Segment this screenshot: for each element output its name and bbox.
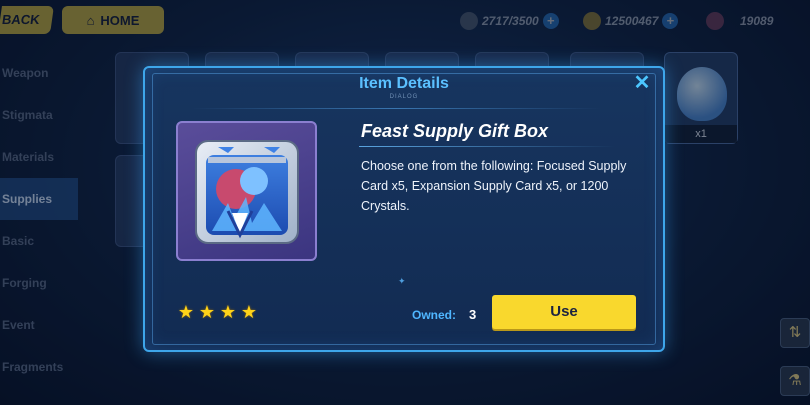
close-icon[interactable]: ✕ (631, 72, 653, 94)
dialog-header: Item Details DIALOG (145, 68, 663, 104)
header-divider (191, 108, 601, 109)
rarity-stars: ★ ★ ★ ★ (177, 303, 258, 321)
name-divider (359, 146, 615, 147)
dialog-title: Item Details (359, 75, 449, 92)
item-name: Feast Supply Gift Box (361, 121, 549, 141)
star-icon: ★ (219, 302, 237, 322)
star-icon: ★ (177, 302, 195, 322)
divider-diamond: ✦ (398, 276, 406, 286)
item-details-dialog: Item Details DIALOG ✕ Feast Supply Gift … (143, 66, 665, 352)
dialog-subtitle: DIALOG (389, 94, 419, 100)
use-button[interactable]: Use (492, 295, 636, 329)
item-description: Choose one from the following: Focused S… (361, 159, 627, 213)
star-icon: ★ (198, 302, 216, 322)
item-image-frame (176, 121, 317, 261)
owned-count: 3 (469, 307, 477, 322)
owned-label: Owned: (412, 308, 456, 322)
star-icon: ★ (240, 302, 258, 322)
gift-box-icon (195, 140, 299, 244)
